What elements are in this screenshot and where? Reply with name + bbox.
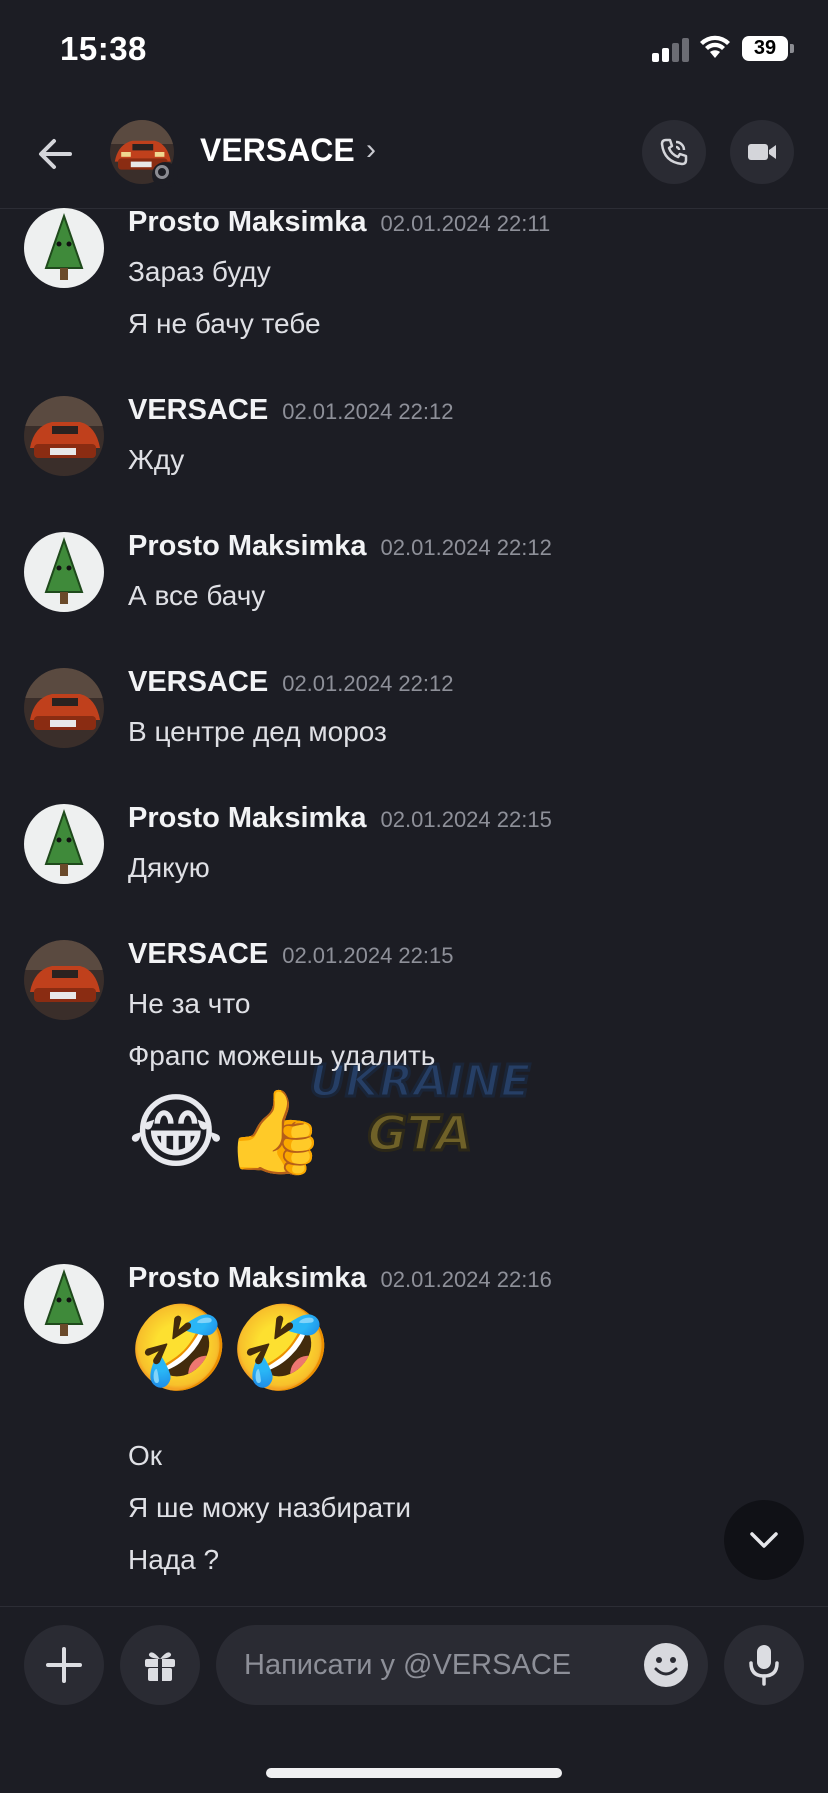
- tree-avatar-image: [24, 1264, 104, 1344]
- message-author[interactable]: VERSACE 02.01.2024 22:15: [128, 938, 453, 971]
- tree-avatar[interactable]: [24, 532, 104, 612]
- home-indicator: [266, 1768, 562, 1778]
- emoji-message: 😂👍: [128, 1085, 326, 1180]
- message-text: Фрапс можешь удалить: [128, 1040, 436, 1071]
- message-timestamp: 02.01.2024 22:15: [282, 943, 454, 968]
- plus-icon: [46, 1647, 82, 1683]
- offline-status-indicator: [152, 162, 178, 188]
- author-name: VERSACE: [128, 938, 269, 970]
- message-text: Я не бачу тебе: [128, 308, 321, 339]
- wifi-icon: [700, 35, 730, 58]
- battery-icon: 39: [742, 36, 788, 61]
- author-name: Prosto Maksimka: [128, 1262, 367, 1294]
- add-attachment-button[interactable]: [24, 1625, 104, 1705]
- message-composer: Написати у @VERSACE: [0, 1606, 828, 1793]
- message-input-placeholder: Написати у @VERSACE: [244, 1649, 572, 1681]
- chat-header: VERSACE ›: [0, 100, 828, 209]
- emoji-picker-button[interactable]: [644, 1643, 688, 1687]
- message-text: Жду: [128, 444, 185, 475]
- message-author[interactable]: VERSACE 02.01.2024 22:12: [128, 394, 453, 427]
- message-timestamp: 02.01.2024 22:12: [282, 399, 454, 424]
- message-timestamp: 02.01.2024 22:15: [380, 807, 552, 832]
- tree-avatar[interactable]: [24, 804, 104, 884]
- message-author[interactable]: Prosto Maksimka 02.01.2024 22:12: [128, 530, 552, 563]
- message-text: В центре дед мороз: [128, 716, 387, 747]
- message-author[interactable]: Prosto Maksimka 02.01.2024 22:15: [128, 802, 552, 835]
- microphone-icon: [749, 1645, 779, 1686]
- car-avatar[interactable]: [24, 940, 104, 1020]
- car-avatar[interactable]: [24, 396, 104, 476]
- gift-button[interactable]: [120, 1625, 200, 1705]
- chevron-down-icon: [750, 1532, 778, 1548]
- phone-icon: [660, 138, 688, 166]
- gift-icon: [145, 1652, 175, 1681]
- message-text: Зараз буду: [128, 256, 271, 287]
- voice-call-button[interactable]: [642, 120, 706, 184]
- message-author[interactable]: Prosto Maksimka 02.01.2024 22:11: [128, 208, 550, 239]
- tree-avatar[interactable]: [24, 1264, 104, 1344]
- message-text: Дякую: [128, 852, 210, 883]
- author-name: Prosto Maksimka: [128, 530, 367, 562]
- battery-tip: [790, 44, 794, 53]
- voice-message-button[interactable]: [724, 1625, 804, 1705]
- message-text: Нада ?: [128, 1544, 220, 1575]
- status-time: 15:38: [60, 30, 147, 67]
- tree-avatar[interactable]: [24, 208, 104, 288]
- car-avatar[interactable]: [24, 668, 104, 748]
- author-name: VERSACE: [128, 394, 269, 426]
- tree-avatar-image: [24, 532, 104, 612]
- status-bar: 15:38 39: [0, 0, 828, 100]
- message-text: Я ше можу назбирати: [128, 1492, 412, 1523]
- message-text: Не за что: [128, 988, 251, 1019]
- message-timestamp: 02.01.2024 22:12: [380, 535, 552, 560]
- author-name: Prosto Maksimka: [128, 802, 367, 834]
- chevron-right-icon[interactable]: ›: [366, 133, 376, 167]
- car-avatar-image: [24, 668, 104, 748]
- tree-avatar-image: [24, 208, 104, 288]
- message-author[interactable]: VERSACE 02.01.2024 22:12: [128, 666, 453, 699]
- message-list[interactable]: UKRAINE GTA Prosto Maksimka 02.01.2024 22…: [0, 208, 828, 1606]
- contact-name[interactable]: VERSACE: [200, 132, 355, 169]
- video-call-button[interactable]: [730, 120, 794, 184]
- smiley-icon: [654, 1657, 678, 1676]
- tree-avatar-image: [24, 804, 104, 884]
- svg-text:GTA: GTA: [368, 1106, 473, 1162]
- cellular-signal-icon: [652, 38, 690, 62]
- author-name: Prosto Maksimka: [128, 208, 367, 238]
- message-text: Ок: [128, 1440, 163, 1471]
- message-author[interactable]: Prosto Maksimka 02.01.2024 22:16: [128, 1262, 552, 1295]
- arrow-left-icon: [39, 139, 72, 169]
- emoji-message: 🤣🤣: [128, 1301, 333, 1396]
- jump-to-latest-button[interactable]: [724, 1500, 804, 1580]
- message-text: А все бачу: [128, 580, 266, 611]
- video-camera-icon: [748, 144, 776, 160]
- back-button[interactable]: [30, 128, 82, 180]
- message-input[interactable]: Написати у @VERSACE: [216, 1625, 708, 1705]
- author-name: VERSACE: [128, 666, 269, 698]
- message-timestamp: 02.01.2024 22:16: [380, 1267, 552, 1292]
- message-timestamp: 02.01.2024 22:11: [380, 211, 551, 236]
- car-avatar-image: [24, 396, 104, 476]
- message-timestamp: 02.01.2024 22:12: [282, 671, 454, 696]
- car-avatar-image: [24, 940, 104, 1020]
